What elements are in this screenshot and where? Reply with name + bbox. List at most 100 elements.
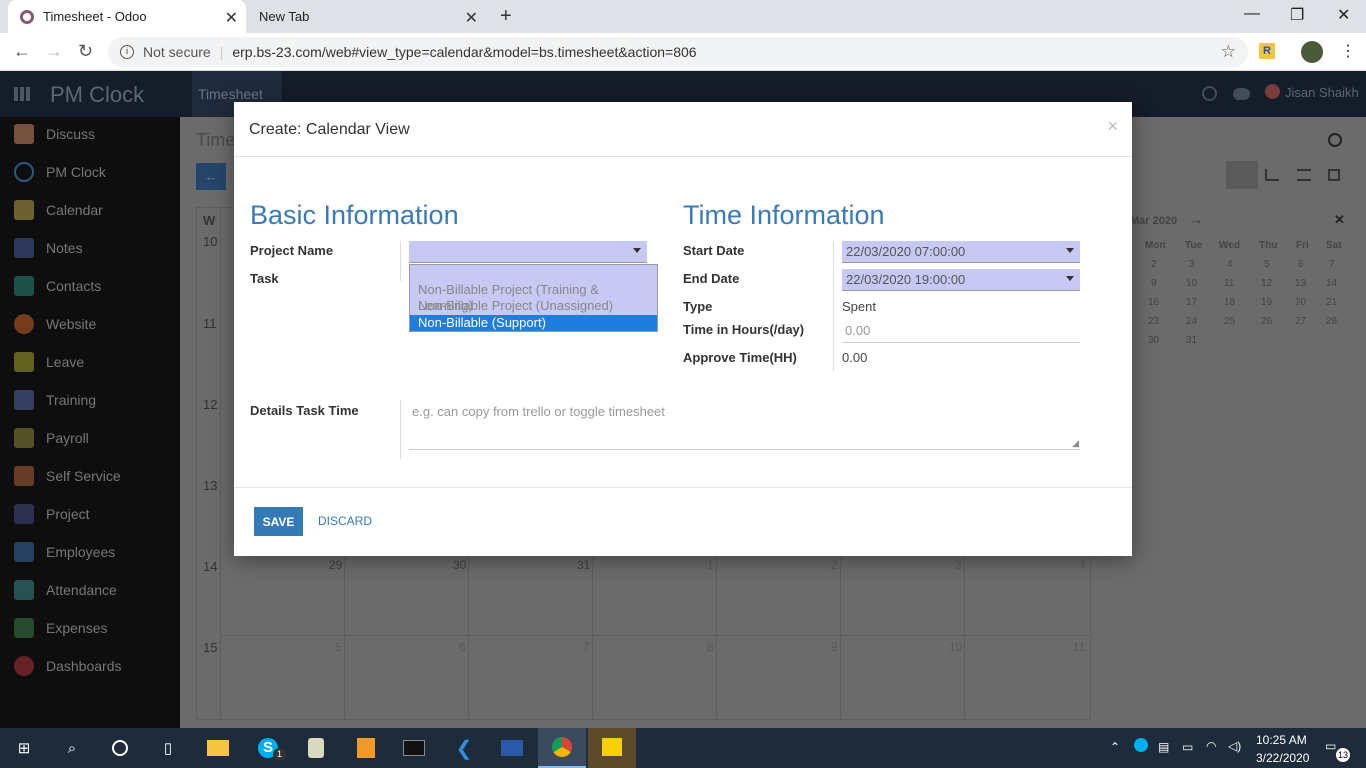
clock-time[interactable]: 10:25 AM — [1256, 733, 1307, 747]
day-number[interactable]: 10 — [949, 640, 962, 654]
mini-day[interactable]: 5 — [1264, 259, 1270, 270]
file-explorer-icon[interactable] — [206, 736, 230, 760]
project-option-selected[interactable]: Non-Billable (Support) — [410, 315, 657, 331]
close-dialog-icon[interactable]: × — [1107, 116, 1118, 137]
hours-input[interactable]: 0.00 — [842, 323, 1080, 343]
tab-timesheet[interactable]: Timesheet - Odoo ✕ — [8, 0, 246, 33]
cortana-icon[interactable] — [108, 736, 132, 760]
day-number[interactable]: 29 — [329, 558, 342, 572]
mini-day[interactable]: 14 — [1326, 278, 1337, 289]
mini-day[interactable]: 17 — [1186, 297, 1197, 308]
database-tool-icon[interactable] — [304, 736, 328, 760]
sidebar-item-notes[interactable]: Notes — [14, 236, 83, 260]
close-tab-icon[interactable]: ✕ — [465, 8, 478, 28]
sidebar-item-website[interactable]: Website — [14, 312, 96, 336]
extension-icon[interactable]: R — [1259, 43, 1275, 59]
powershell-icon[interactable] — [500, 736, 524, 760]
previous-button[interactable]: ← — [196, 163, 226, 190]
mini-day[interactable]: 20 — [1295, 297, 1306, 308]
mini-day[interactable]: 18 — [1224, 297, 1235, 308]
details-textarea[interactable]: e.g. can copy from trello or toggle time… — [409, 404, 1080, 450]
mini-day[interactable]: 19 — [1261, 297, 1272, 308]
day-number[interactable]: 3 — [955, 558, 962, 572]
close-window-icon[interactable]: ✕ — [1337, 5, 1350, 25]
new-tab-button[interactable]: + — [500, 5, 512, 28]
mini-day[interactable]: 30 — [1148, 335, 1159, 346]
browser-menu-icon[interactable]: ⋮ — [1340, 41, 1356, 61]
day-number[interactable]: 7 — [583, 640, 590, 654]
sidebar-item-training[interactable]: Training — [14, 388, 96, 412]
mini-day[interactable]: 27 — [1295, 316, 1306, 327]
day-number[interactable]: 11 — [1073, 640, 1085, 654]
clock-date[interactable]: 3/22/2020 — [1256, 751, 1309, 765]
close-mini-calendar-icon[interactable]: ✕ — [1334, 212, 1345, 228]
user-avatar[interactable] — [1265, 84, 1280, 99]
sidebar-item-self-service[interactable]: Self Service — [14, 464, 121, 488]
forward-icon[interactable]: → — [45, 41, 63, 62]
resize-handle-icon[interactable]: ◢ — [1072, 438, 1079, 449]
grid-view-icon[interactable] — [1328, 169, 1340, 181]
day-number[interactable]: 30 — [453, 558, 466, 572]
mini-day[interactable]: 31 — [1186, 335, 1197, 346]
sidebar-item-project[interactable]: Project — [14, 502, 90, 526]
close-tab-icon[interactable]: ✕ — [225, 8, 238, 28]
sidebar-item-employees[interactable]: Employees — [14, 540, 115, 564]
keyboard-icon[interactable]: ▤ — [1158, 740, 1169, 754]
calendar-view-icon[interactable] — [1226, 161, 1258, 189]
profile-avatar[interactable] — [1301, 41, 1323, 63]
mini-day[interactable]: 25 — [1224, 316, 1235, 327]
day-number[interactable]: 8 — [707, 640, 714, 654]
tab-new-tab[interactable]: New Tab ✕ — [246, 0, 486, 33]
day-number[interactable]: 5 — [335, 640, 342, 654]
sidebar-item-discuss[interactable]: Discuss — [14, 122, 95, 146]
mini-day[interactable]: 24 — [1186, 316, 1197, 327]
day-number[interactable]: 6 — [459, 640, 466, 654]
mini-day[interactable]: 6 — [1298, 259, 1304, 270]
mini-day[interactable]: 12 — [1261, 278, 1272, 289]
sidebar-item-calendar[interactable]: Calendar — [14, 198, 103, 222]
day-number[interactable]: 4 — [1079, 558, 1086, 572]
mini-day[interactable]: 10 — [1186, 278, 1197, 289]
day-number[interactable]: 31 — [577, 558, 590, 572]
reload-icon[interactable]: ↻ — [78, 41, 93, 62]
mini-day[interactable]: 2 — [1151, 259, 1157, 270]
mini-day[interactable]: 16 — [1148, 297, 1159, 308]
day-number[interactable]: 1 — [707, 558, 714, 572]
vscode-icon[interactable]: ❮ — [452, 736, 476, 760]
chrome-taskbar-button[interactable] — [538, 728, 586, 768]
sidebar-item-pm-clock[interactable]: PM Clock — [14, 160, 106, 184]
search-icon[interactable]: ⌕ — [60, 736, 84, 760]
mini-day[interactable]: 13 — [1295, 278, 1306, 289]
volume-icon[interactable]: ◁) — [1228, 739, 1241, 753]
list-view-icon[interactable] — [1297, 169, 1311, 181]
mini-day[interactable]: 9 — [1151, 278, 1157, 289]
day-number[interactable]: 2 — [831, 558, 838, 572]
wifi-icon[interactable]: ◠ — [1206, 739, 1216, 753]
discard-button[interactable]: DISCARD — [318, 514, 372, 528]
graph-view-icon[interactable] — [1265, 169, 1279, 181]
project-name-select[interactable] — [409, 241, 647, 263]
battery-icon[interactable]: ▭ — [1182, 740, 1193, 754]
sidebar-item-payroll[interactable]: Payroll — [14, 426, 89, 450]
chat-icon[interactable] — [1233, 88, 1250, 100]
show-hidden-icons-icon[interactable]: ⌃ — [1110, 740, 1120, 754]
sublime-text-icon[interactable] — [354, 736, 378, 760]
windows-start-icon[interactable]: ⊞ — [12, 736, 36, 760]
sidebar-item-contacts[interactable]: Contacts — [14, 274, 101, 298]
minimize-icon[interactable]: — — [1244, 5, 1260, 23]
mini-day[interactable]: 26 — [1261, 316, 1272, 327]
project-option[interactable]: Non-Billable Project (Training & Learnin… — [410, 282, 657, 313]
apps-grid-icon[interactable] — [14, 87, 30, 101]
next-month-icon[interactable]: → — [1190, 212, 1203, 227]
terminal-icon[interactable] — [402, 736, 426, 760]
mini-day[interactable]: 23 — [1148, 316, 1159, 327]
skype-tray-icon[interactable] — [1134, 738, 1148, 752]
end-date-field[interactable]: 22/03/2020 19:00:00 — [842, 269, 1080, 291]
mini-day[interactable]: 28 — [1326, 316, 1337, 327]
sticky-notes-button[interactable] — [588, 728, 636, 768]
sidebar-item-attendance[interactable]: Attendance — [14, 578, 117, 602]
bookmark-star-icon[interactable]: ☆ — [1221, 42, 1236, 62]
mini-day[interactable]: 7 — [1329, 259, 1335, 270]
project-option[interactable]: Non-Billable Project (Unassigned) — [410, 298, 657, 314]
address-bar[interactable]: i Not secure | erp.bs-23.com/web#view_ty… — [108, 37, 1248, 67]
